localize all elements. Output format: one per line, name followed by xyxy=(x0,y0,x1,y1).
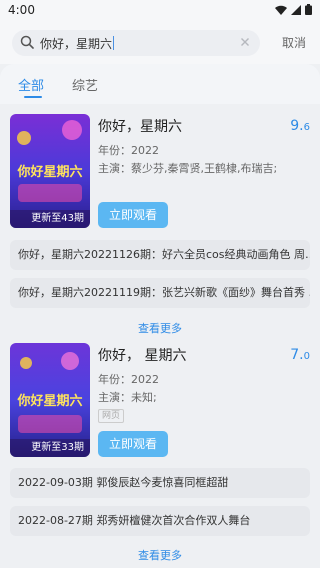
tab-indicator xyxy=(24,96,42,98)
score: 7.0 xyxy=(290,347,310,363)
search-query: 你好，星期六 xyxy=(40,37,113,51)
search-input[interactable]: 你好，星期六 xyxy=(12,30,260,56)
text-caret xyxy=(113,36,115,50)
poster-image[interactable]: 你好星期六 更新至33期 xyxy=(10,343,90,457)
cast-text: 主演：未知; xyxy=(98,391,157,404)
source-tag: 网页 xyxy=(98,409,125,423)
score: 9.6 xyxy=(290,118,310,134)
watch-now-button[interactable]: 立即观看 xyxy=(98,202,168,228)
result-title[interactable]: 你好， 星期六 xyxy=(98,345,186,365)
results-panel: 全部 综艺 你好星期六 更新至43期 你好，星期六 9.6 年份：2022 主演… xyxy=(0,64,320,568)
status-time: 4:00 xyxy=(8,3,35,17)
poster-image[interactable]: 你好星期六 更新至43期 xyxy=(10,114,90,228)
poster-title: 你好星期六 xyxy=(16,164,82,180)
result-card: 你好星期六 更新至43期 你好，星期六 9.6 年份：2022 主演：蔡少芬,秦… xyxy=(0,114,320,234)
category-tabs: 全部 综艺 xyxy=(0,64,320,104)
see-more-link[interactable]: 查看更多 xyxy=(0,320,320,336)
poster-title: 你好星期六 xyxy=(16,393,82,409)
signal-icon xyxy=(291,4,301,15)
update-badge: 更新至33期 xyxy=(10,439,90,457)
episode-item[interactable]: 你好，星期六20221126期：好六全员cos经典动画角色 周… xyxy=(10,240,310,270)
status-bar: 4:00 xyxy=(0,0,320,22)
update-badge: 更新至43期 xyxy=(10,210,90,228)
result-title[interactable]: 你好，星期六 xyxy=(98,116,182,136)
episode-item[interactable]: 2022-09-03期 郭俊辰赵今麦惊喜同框超甜 xyxy=(10,468,310,498)
result-card: 你好星期六 更新至33期 你好， 星期六 7.0 年份：2022 主演：未知; … xyxy=(0,343,320,463)
cast-text: 主演：蔡少芬,秦霄贤,王鹤棣,布瑞吉; xyxy=(98,162,278,175)
tab-all[interactable]: 全部 xyxy=(18,75,44,94)
episode-item[interactable]: 2022-08-27期 郑秀妍檀健次首次合作双人舞台 xyxy=(10,506,310,536)
status-icons xyxy=(275,4,312,15)
search-icon xyxy=(20,35,34,49)
battery-icon xyxy=(305,4,312,15)
year-text: 年份：2022 xyxy=(98,373,159,386)
episode-item[interactable]: 你好，星期六20221119期：张艺兴新歌《面纱》舞台首秀 … xyxy=(10,278,310,308)
year-text: 年份：2022 xyxy=(98,144,159,157)
clear-icon[interactable] xyxy=(238,35,252,49)
wifi-icon xyxy=(275,5,287,15)
cancel-button[interactable]: 取消 xyxy=(282,34,306,51)
search-row: 你好，星期六 取消 xyxy=(0,22,320,64)
see-more-link[interactable]: 查看更多 xyxy=(0,547,320,563)
watch-now-button[interactable]: 立即观看 xyxy=(98,431,168,457)
tab-variety[interactable]: 综艺 xyxy=(72,75,98,94)
